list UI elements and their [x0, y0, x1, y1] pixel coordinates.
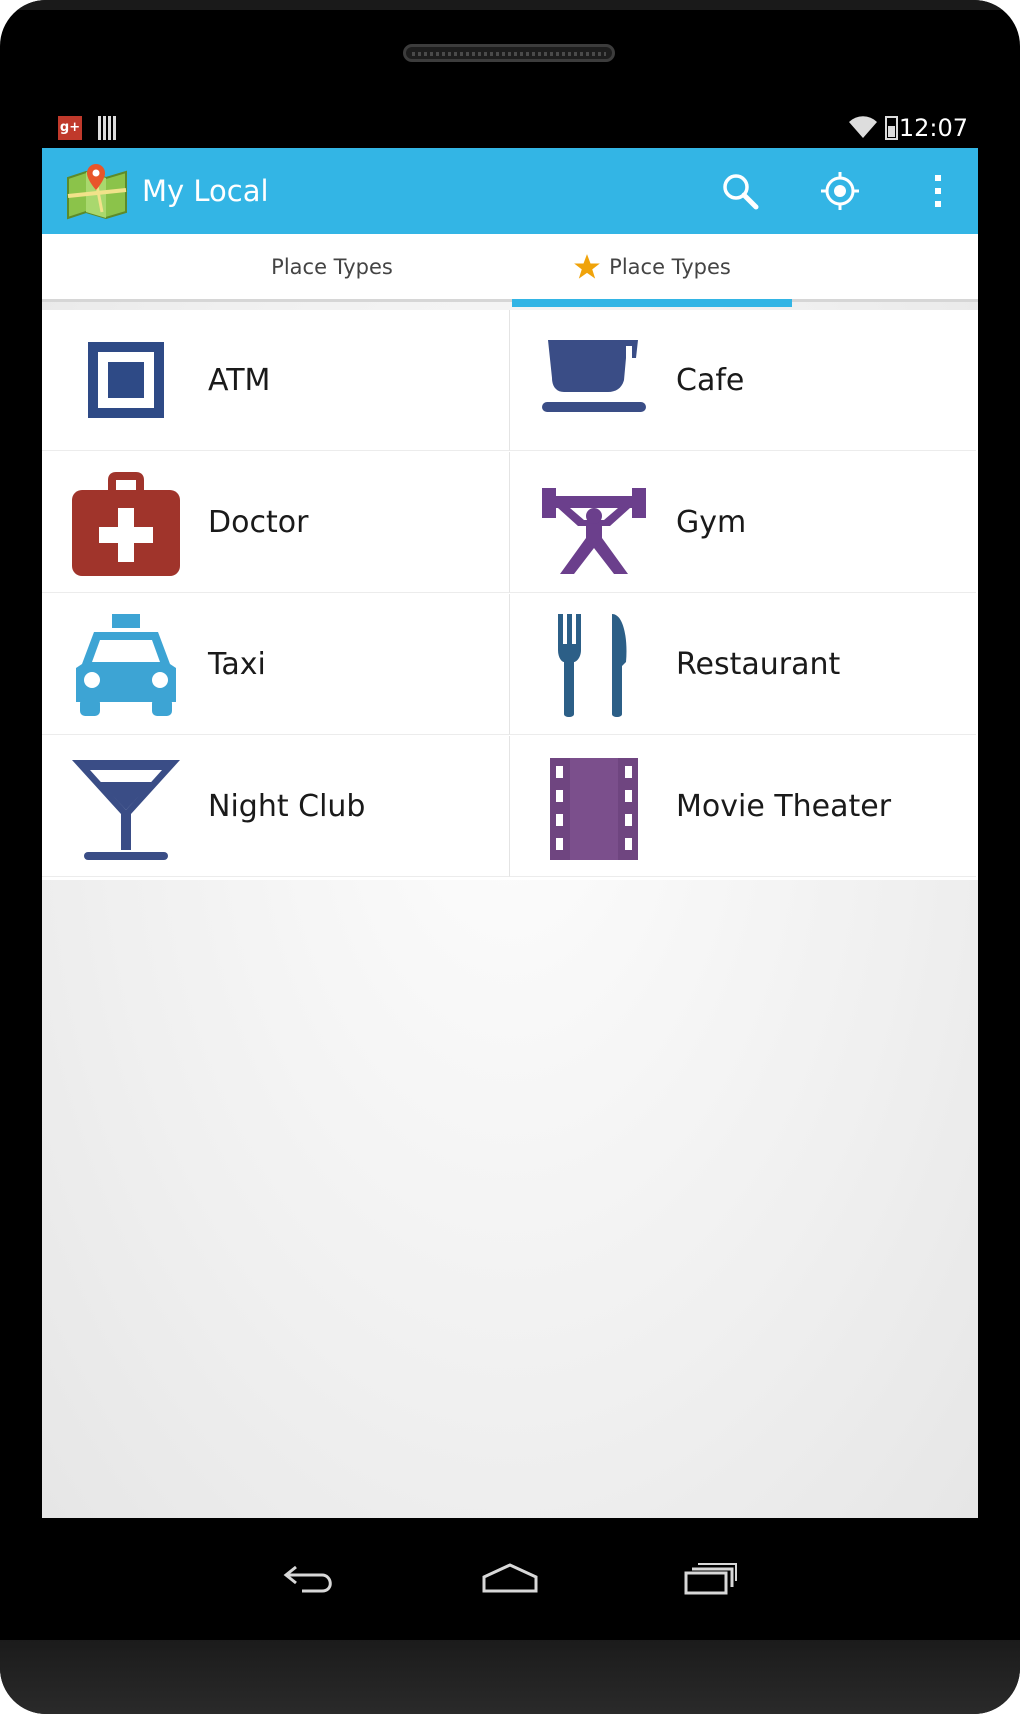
navigation-bar — [0, 1518, 1020, 1640]
gym-icon — [542, 488, 646, 574]
tab-label: Place Types — [609, 254, 731, 279]
search-icon — [723, 174, 759, 210]
tab-favorite-place-types[interactable]: Place Types — [512, 234, 792, 299]
place-type-item-cafe[interactable]: Cafe — [509, 310, 976, 451]
status-clock: 12:07 — [898, 114, 968, 142]
place-type-item-taxi[interactable]: Taxi — [42, 594, 509, 735]
wifi-icon — [849, 116, 877, 138]
overflow-menu-button[interactable] — [908, 161, 968, 221]
device-frame: g+ 12:07 My Local Place Types Place Type… — [0, 0, 1020, 1714]
place-type-label: Doctor — [208, 505, 309, 540]
recent-apps-button[interactable] — [670, 1548, 750, 1608]
restaurant-icon — [558, 614, 627, 717]
place-type-label: Taxi — [208, 647, 266, 682]
map-pin-icon[interactable] — [64, 162, 130, 220]
star-icon — [574, 253, 600, 279]
device-top-bezel — [0, 0, 1020, 10]
search-button[interactable] — [710, 161, 770, 221]
film-icon — [550, 758, 638, 860]
my-location-icon — [821, 172, 859, 210]
place-type-item-night-club[interactable]: Night Club — [42, 736, 509, 877]
status-bar: g+ 12:07 — [42, 110, 978, 146]
place-type-item-restaurant[interactable]: Restaurant — [509, 594, 976, 735]
tab-bar: Place Types Place Types — [42, 234, 978, 302]
back-icon — [283, 1565, 332, 1593]
speaker-grille — [403, 44, 615, 62]
doctor-icon — [72, 472, 180, 576]
tab-selected-indicator — [512, 299, 792, 307]
place-type-label: Movie Theater — [676, 789, 892, 824]
sim-card-icon — [98, 116, 118, 140]
my-location-button[interactable] — [810, 161, 870, 221]
place-type-label: Gym — [676, 505, 747, 540]
place-type-label: ATM — [208, 363, 271, 398]
place-type-item-movie-theater[interactable]: Movie Theater — [509, 736, 976, 877]
tab-place-types[interactable]: Place Types — [192, 234, 472, 299]
place-type-item-atm[interactable]: ATM — [42, 310, 509, 451]
action-bar: My Local — [42, 148, 978, 234]
app-title: My Local — [142, 174, 269, 208]
atm-icon — [88, 342, 164, 418]
tab-label: Place Types — [271, 254, 393, 279]
google-plus-icon: g+ — [58, 116, 82, 140]
home-icon — [482, 1563, 538, 1593]
cafe-icon — [542, 340, 646, 412]
place-type-item-doctor[interactable]: Doctor — [42, 452, 509, 593]
recent-apps-icon — [684, 1563, 737, 1595]
app-screen: My Local Place Types Place Types ATM Caf… — [42, 148, 978, 1518]
battery-icon — [885, 116, 898, 140]
place-type-item-gym[interactable]: Gym — [509, 452, 976, 593]
device-chin — [0, 1640, 1020, 1714]
place-type-label: Restaurant — [676, 647, 841, 682]
back-button[interactable] — [270, 1548, 350, 1608]
overflow-menu-icon — [935, 175, 941, 207]
place-type-label: Cafe — [676, 363, 745, 398]
home-button[interactable] — [470, 1548, 550, 1608]
place-type-label: Night Club — [208, 789, 366, 824]
taxi-icon — [76, 614, 176, 716]
place-type-grid: ATM Cafe Doctor Gym Taxi Restaurant Nigh… — [42, 310, 978, 880]
cocktail-icon — [72, 760, 180, 860]
